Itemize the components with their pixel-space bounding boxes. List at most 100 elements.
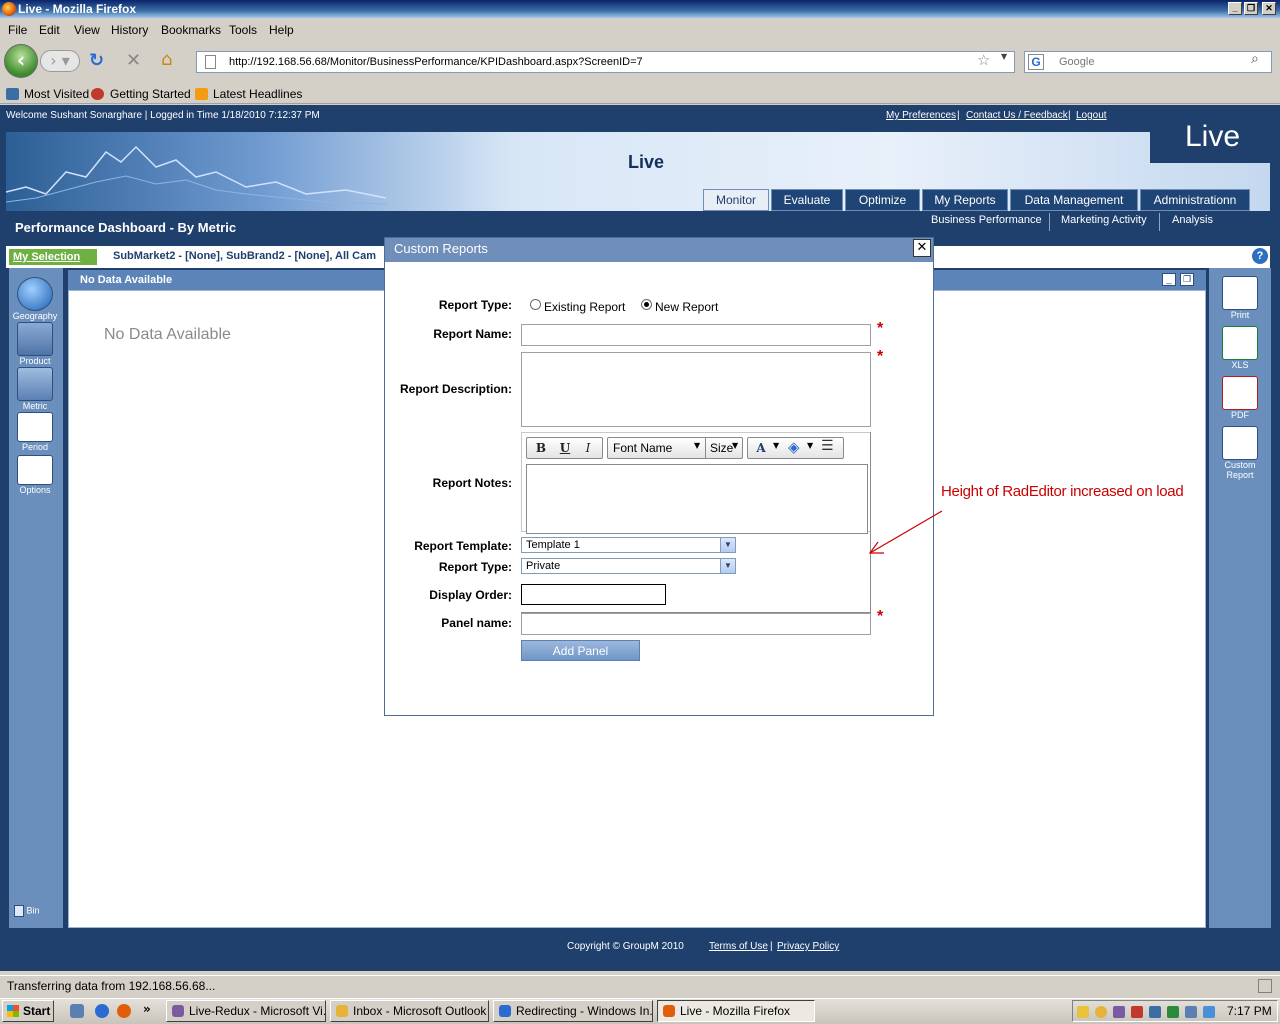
font-name-dropdown-arrow-icon[interactable]: ▼ <box>694 441 700 450</box>
font-size-dropdown-arrow-icon[interactable]: ▼ <box>732 441 738 450</box>
report-name-input[interactable] <box>521 324 871 346</box>
task-firefox[interactable]: Live - Mozilla Firefox <box>657 1000 815 1022</box>
quicklaunch-ie-icon[interactable] <box>95 1004 109 1018</box>
menu-bookmarks[interactable]: Bookmarks <box>161 20 221 41</box>
italic-button[interactable]: I <box>579 439 597 457</box>
google-engine-icon[interactable]: G <box>1028 54 1044 70</box>
bullet-list-icon[interactable]: ☰ <box>821 438 834 454</box>
mail-tray-icon[interactable] <box>1077 1006 1089 1018</box>
print-button[interactable]: Print <box>1215 276 1265 320</box>
url-dropdown-icon[interactable]: ▼ <box>1001 52 1007 61</box>
highlight-color-icon[interactable]: ◈ <box>788 438 800 456</box>
display-order-input[interactable] <box>521 584 666 605</box>
filter-metric[interactable]: Metric <box>12 367 58 411</box>
required-mark: * <box>877 608 884 625</box>
report-template-select[interactable]: Template 1 ▼ <box>521 537 736 553</box>
menu-view[interactable]: View <box>74 20 100 41</box>
tab-data-management[interactable]: Data Management <box>1010 189 1138 211</box>
quicklaunch-more-icon[interactable]: » <box>143 1002 151 1016</box>
quicklaunch-desktop-icon[interactable] <box>70 1004 84 1018</box>
highlight-color-arrow-icon[interactable]: ▼ <box>807 441 813 450</box>
home-icon[interactable]: ⌂ <box>161 49 172 70</box>
task-outlook[interactable]: Inbox - Microsoft Outlook <box>330 1000 489 1022</box>
filter-options-label: Options <box>19 485 51 495</box>
privacy-link[interactable]: Privacy Policy <box>777 941 839 952</box>
filter-product-label: Product <box>19 356 51 366</box>
filter-metric-label: Metric <box>22 401 48 411</box>
filter-geography[interactable]: Geography <box>12 277 58 321</box>
report-description-textarea[interactable] <box>521 352 871 427</box>
panel-name-input[interactable] <box>521 613 871 635</box>
report-type-select[interactable]: Private ▼ <box>521 558 736 574</box>
quicklaunch-firefox-icon[interactable] <box>117 1004 131 1018</box>
close-window-button[interactable]: ✕ <box>1262 2 1276 15</box>
menu-bar: File Edit View History Bookmarks Tools H… <box>0 20 1280 41</box>
tab-monitor[interactable]: Monitor <box>703 189 769 211</box>
font-size-dropdown[interactable]: Size <box>710 441 733 455</box>
underline-button[interactable]: U <box>556 439 574 457</box>
subtab-business-performance[interactable]: Business Performance <box>931 214 1042 226</box>
window-titlebar[interactable]: Live - Mozilla Firefox _ ❐ ✕ <box>0 0 1280 18</box>
search-icon[interactable]: ⌕ <box>1251 51 1259 67</box>
minimize-button[interactable]: _ <box>1228 2 1242 15</box>
contact-us-link[interactable]: Contact Us / Feedback <box>966 110 1068 121</box>
tab-optimize[interactable]: Optimize <box>845 189 920 211</box>
brand-logo: Live <box>1150 115 1275 163</box>
filter-period[interactable]: Period <box>12 412 58 452</box>
stop-icon[interactable]: ✕ <box>126 50 141 71</box>
bold-button[interactable]: B <box>532 439 550 457</box>
new-report-radio[interactable] <box>641 299 652 310</box>
app-tray-icon[interactable] <box>1113 1006 1125 1018</box>
subtab-marketing-activity[interactable]: Marketing Activity <box>1061 214 1147 226</box>
tab-evaluate[interactable]: Evaluate <box>771 189 843 211</box>
subtab-analysis[interactable]: Analysis <box>1172 214 1213 226</box>
security-tray-icon[interactable] <box>1131 1006 1143 1018</box>
help-icon[interactable]: ? <box>1252 248 1268 264</box>
display-tray-icon[interactable] <box>1185 1006 1197 1018</box>
restore-panel-icon[interactable]: ❐ <box>1180 273 1194 286</box>
sync-tray-icon[interactable] <box>1167 1006 1179 1018</box>
menu-help[interactable]: Help <box>269 20 294 41</box>
menu-edit[interactable]: Edit <box>39 20 60 41</box>
terms-link[interactable]: Terms of Use <box>709 941 768 952</box>
start-button[interactable]: Start <box>2 1000 54 1022</box>
resize-grip-icon[interactable] <box>1258 979 1272 993</box>
font-color-arrow-icon[interactable]: ▼ <box>773 441 779 450</box>
outlook-tray-icon[interactable] <box>1095 1006 1107 1018</box>
filter-product[interactable]: Product <box>12 322 58 366</box>
dialog-close-button[interactable]: ✕ <box>913 239 931 257</box>
menu-file[interactable]: File <box>8 20 27 41</box>
custom-report-button[interactable]: Custom Report <box>1215 426 1265 480</box>
existing-report-radio[interactable] <box>530 299 541 310</box>
volume-tray-icon[interactable] <box>1203 1006 1215 1018</box>
url-bar[interactable]: http://192.168.56.68/Monitor/BusinessPer… <box>196 51 1015 73</box>
back-button[interactable]: ‹ <box>4 44 38 78</box>
bin-button[interactable]: Bin <box>14 905 40 917</box>
bookmark-most-visited[interactable]: Most Visited <box>24 84 89 104</box>
tab-my-reports[interactable]: My Reports <box>922 189 1008 211</box>
minimize-panel-icon[interactable]: _ <box>1162 273 1176 286</box>
menu-history[interactable]: History <box>111 20 148 41</box>
logout-link[interactable]: Logout <box>1076 110 1107 121</box>
search-bar[interactable]: G Google ⌕ <box>1024 51 1272 73</box>
font-color-button[interactable]: A <box>752 439 770 457</box>
tab-administration[interactable]: Administrationn <box>1140 189 1250 211</box>
menu-tools[interactable]: Tools <box>229 20 257 41</box>
report-notes-editor-area[interactable] <box>526 464 868 534</box>
my-preferences-link[interactable]: My Preferences <box>886 110 956 121</box>
font-name-dropdown[interactable]: Font Name <box>613 441 672 455</box>
bookmark-latest-headlines[interactable]: Latest Headlines <box>213 84 302 104</box>
pdf-export-button[interactable]: PDF <box>1215 376 1265 420</box>
task-internet-explorer[interactable]: Redirecting - Windows In... <box>493 1000 653 1022</box>
bookmark-star-icon[interactable]: ☆ <box>977 51 990 69</box>
reload-icon[interactable]: ↻ <box>89 50 104 71</box>
forward-button[interactable]: › ▾ <box>40 50 80 72</box>
bookmark-getting-started[interactable]: Getting Started <box>110 84 191 104</box>
task-visual-studio[interactable]: Live-Redux - Microsoft Vi... <box>166 1000 326 1022</box>
my-selection-link[interactable]: My Selection <box>9 249 97 265</box>
xls-export-button[interactable]: XLS <box>1215 326 1265 370</box>
network-tray-icon[interactable] <box>1149 1006 1161 1018</box>
add-panel-button[interactable]: Add Panel <box>521 640 640 661</box>
filter-options[interactable]: Options <box>12 455 58 495</box>
restore-button[interactable]: ❐ <box>1244 2 1258 15</box>
